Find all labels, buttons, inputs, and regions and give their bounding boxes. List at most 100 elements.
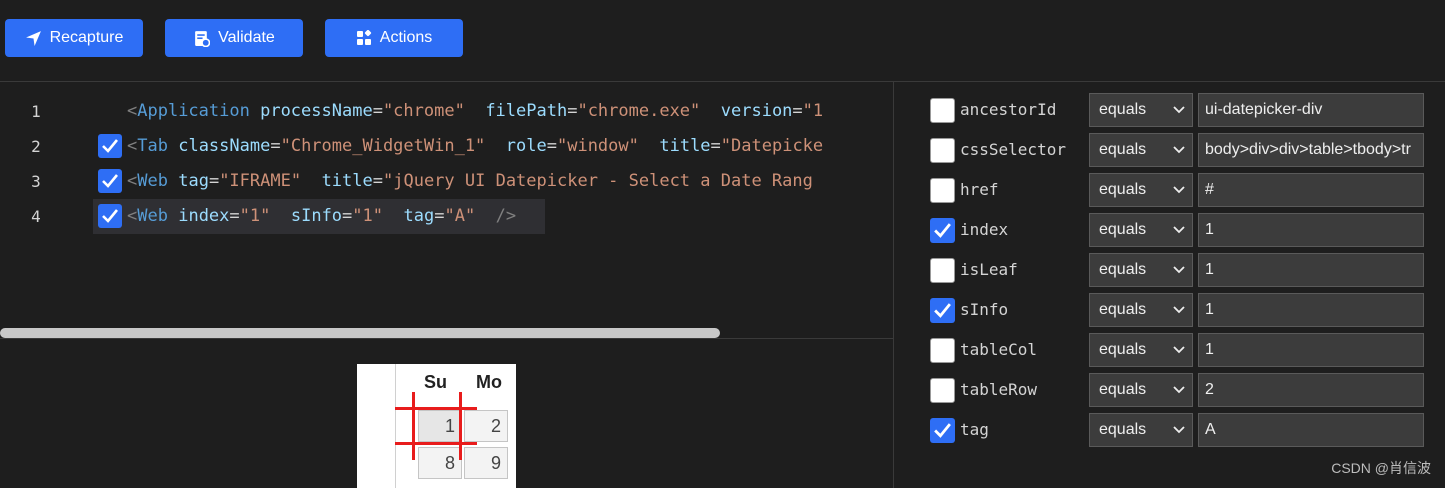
property-row-tablerow: tableRow equals 2 [930,373,1424,407]
grid-apps-icon [356,30,371,45]
day-header-mo: Mo [476,372,502,392]
watermark: CSDN @肖信波 [1331,460,1431,476]
divider [893,82,894,488]
property-name: tag [960,420,989,439]
property-checkbox[interactable] [930,258,955,283]
chevron-down-icon [1173,146,1185,154]
property-name: cssSelector [960,140,1066,159]
property-value-input[interactable]: 2 [1198,373,1424,407]
property-name: tableCol [960,340,1038,359]
checkmark-icon [102,209,119,223]
code-line: <Tab className="Chrome_WidgetWin_1" role… [127,136,824,156]
property-checkbox[interactable] [930,218,955,243]
property-value-input[interactable]: # [1198,173,1424,207]
chevron-down-icon [1173,266,1185,274]
operator-select[interactable]: equals [1089,173,1193,207]
recapture-button[interactable]: Recapture [5,19,143,57]
preview-column-line [395,364,396,488]
property-value-input[interactable]: 1 [1198,253,1424,287]
property-value-input[interactable]: body>div>div>table>tbody>tr [1198,133,1424,167]
property-checkbox[interactable] [930,98,955,123]
property-row-tablecol: tableCol equals 1 [930,333,1424,367]
property-name: tableRow [960,380,1038,399]
property-checkbox[interactable] [930,378,955,403]
highlight-line [395,407,477,410]
highlight-line [412,392,415,460]
property-row-index: index equals 1 [930,213,1424,247]
property-checkbox[interactable] [930,298,955,323]
validate-label: Validate [218,29,275,46]
property-value-input[interactable]: 1 [1198,293,1424,327]
line-number: 4 [31,207,41,226]
operator-select[interactable]: equals [1089,373,1193,407]
actions-button[interactable]: Actions [325,19,463,57]
chevron-down-icon [1173,186,1185,194]
date-cell: 9 [464,447,508,479]
actions-label: Actions [379,29,433,46]
property-name: ancestorId [960,100,1057,119]
property-row-tag: tag equals A [930,413,1424,447]
operator-select[interactable]: equals [1089,413,1193,447]
property-value-input[interactable]: ui-datepicker-div [1198,93,1424,127]
chevron-down-icon [1173,386,1185,394]
day-header-su: Su [424,372,448,392]
operator-select[interactable]: equals [1089,333,1193,367]
property-name: href [960,180,999,199]
property-checkbox[interactable] [930,338,955,363]
property-row-isleaf: isLeaf equals 1 [930,253,1424,287]
horizontal-scrollbar[interactable] [0,328,720,338]
property-checkbox[interactable] [930,178,955,203]
property-row-ancestorid: ancestorId equals ui-datepicker-div [930,93,1424,127]
property-value-input[interactable]: A [1198,413,1424,447]
highlight-line [395,442,477,445]
highlight-line [459,392,462,460]
chevron-down-icon [1173,426,1185,434]
line-include-checkbox[interactable] [98,169,122,193]
property-row-cssselector: cssSelector equals body>div>div>table>tb… [930,133,1424,167]
property-row-sinfo: sInfo equals 1 [930,293,1424,327]
operator-select[interactable]: equals [1089,93,1193,127]
date-cell: 2 [464,410,508,442]
checkmark-icon [102,174,119,188]
validate-button[interactable]: Validate [165,19,303,57]
line-include-checkbox[interactable] [98,134,122,158]
editor-line-3: 3 <Web tag="IFRAME" title="jQuery UI Dat… [0,164,893,199]
checkmark-icon [934,223,951,238]
element-preview: Su Mo 1 2 8 9 [357,364,516,488]
line-number: 3 [31,172,41,191]
operator-select[interactable]: equals [1089,133,1193,167]
checkmark-icon [934,423,951,438]
property-value-input[interactable]: 1 [1198,213,1424,247]
code-line: <Web index="1" sInfo="1" tag="A" /> [127,206,517,226]
date-cell: 8 [418,447,462,479]
code-line: <Application processName="chrome" filePa… [127,101,824,121]
property-value-input[interactable]: 1 [1198,333,1424,367]
divider [0,338,893,339]
line-include-checkbox[interactable] [98,204,122,228]
property-checkbox[interactable] [930,418,955,443]
chevron-down-icon [1173,106,1185,114]
property-checkbox[interactable] [930,138,955,163]
chevron-down-icon [1173,346,1185,354]
line-number: 1 [31,102,41,121]
chevron-down-icon [1173,306,1185,314]
navigation-arrow-icon [25,30,41,46]
date-cell-selected: 1 [418,410,462,442]
selector-editor[interactable]: 1 <Application processName="chrome" file… [0,82,893,338]
property-name: sInfo [960,300,1009,319]
validate-form-icon [195,30,211,47]
operator-select[interactable]: equals [1089,293,1193,327]
property-row-href: href equals # [930,173,1424,207]
checkmark-icon [934,303,951,318]
toolbar: Recapture Validate Actions [0,0,1445,82]
code-line: <Web tag="IFRAME" title="jQuery UI Datep… [127,171,813,191]
chevron-down-icon [1173,226,1185,234]
line-number: 2 [31,137,41,156]
editor-line-4: 4 <Web index="1" sInfo="1" tag="A" /> [0,199,893,234]
checkmark-icon [102,139,119,153]
operator-select[interactable]: equals [1089,213,1193,247]
property-name: isLeaf [960,260,1018,279]
editor-line-1: 1 <Application processName="chrome" file… [0,94,893,129]
editor-line-2: 2 <Tab className="Chrome_WidgetWin_1" ro… [0,129,893,164]
operator-select[interactable]: equals [1089,253,1193,287]
